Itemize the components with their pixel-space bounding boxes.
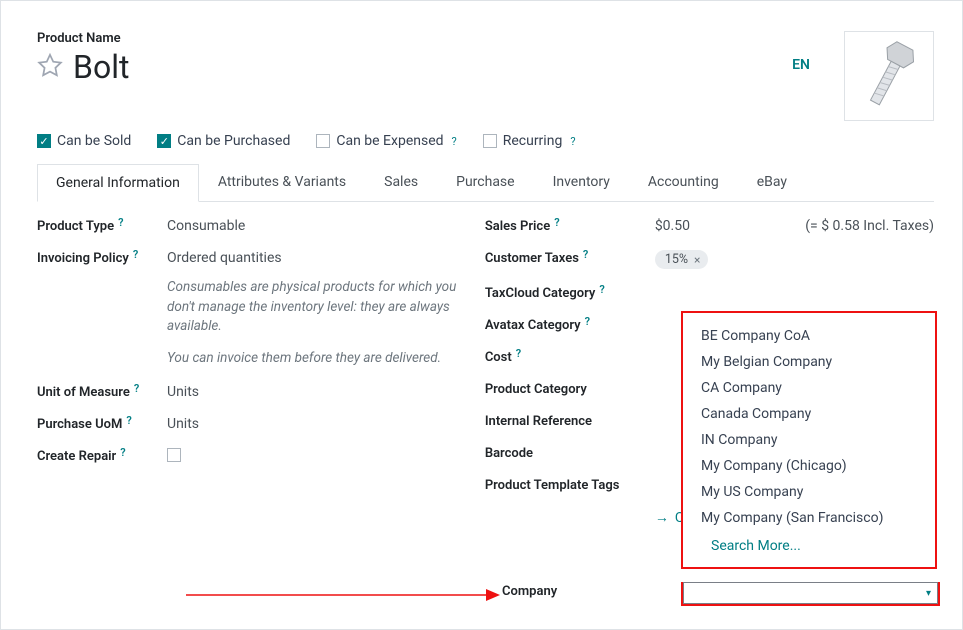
company-option[interactable]: IN Company — [683, 427, 935, 453]
customer-tax-tag[interactable]: 15% × — [655, 250, 709, 269]
company-search-more[interactable]: Search More... — [683, 533, 935, 557]
invoicing-hint-1: Consumables are physical products for wh… — [167, 278, 465, 337]
recurring-checkbox[interactable]: Recurring? — [483, 133, 576, 149]
language-badge[interactable]: EN — [792, 57, 810, 73]
help-icon[interactable]: ? — [134, 382, 139, 395]
help-icon[interactable]: ? — [583, 248, 588, 261]
can-be-expensed-checkbox[interactable]: Can be Expensed? — [316, 133, 456, 149]
help-icon[interactable]: ? — [118, 216, 123, 229]
check-icon — [316, 134, 330, 148]
company-option[interactable]: BE Company CoA — [683, 323, 935, 349]
company-option[interactable]: My Company (Chicago) — [683, 453, 935, 479]
help-icon[interactable]: ? — [516, 347, 521, 360]
can-be-sold-label: Can be Sold — [57, 133, 131, 149]
company-option[interactable]: Canada Company — [683, 401, 935, 427]
create-repair-label: Create Repair — [37, 449, 116, 464]
company-option[interactable]: My US Company — [683, 479, 935, 505]
help-icon[interactable]: ? — [120, 446, 125, 459]
tab-accounting[interactable]: Accounting — [629, 163, 738, 201]
category-label: Product Category — [485, 382, 587, 397]
company-input[interactable]: ▾ — [681, 582, 940, 606]
product-type-value[interactable]: Consumable — [167, 218, 465, 234]
can-be-purchased-checkbox[interactable]: ✓ Can be Purchased — [157, 133, 290, 149]
sales-price-label: Sales Price — [485, 219, 550, 234]
sales-price-value[interactable]: $0.50 — [655, 218, 690, 234]
product-type-label: Product Type — [37, 219, 114, 234]
tabs: General Information Attributes & Variant… — [37, 163, 934, 202]
tab-inventory[interactable]: Inventory — [534, 163, 629, 201]
caret-down-icon: ▾ — [926, 588, 931, 599]
check-icon — [483, 134, 497, 148]
help-icon[interactable]: ? — [570, 135, 575, 148]
iref-label: Internal Reference — [485, 414, 592, 429]
tab-general-information[interactable]: General Information — [37, 164, 199, 202]
check-icon: ✓ — [157, 134, 171, 148]
company-label: Company — [502, 584, 557, 599]
sales-price-incl-tax: (= $ 0.58 Incl. Taxes) — [805, 218, 934, 234]
invoicing-policy-value[interactable]: Ordered quantities — [167, 250, 465, 266]
help-icon[interactable]: ? — [126, 414, 131, 427]
annotation-arrow-icon — [186, 585, 506, 605]
company-option[interactable]: My Belgian Company — [683, 349, 935, 375]
favorite-star-icon[interactable] — [37, 52, 63, 82]
tab-ebay[interactable]: eBay — [738, 163, 806, 201]
help-icon[interactable]: ? — [599, 283, 604, 296]
purchase-uom-label: Purchase UoM — [37, 417, 122, 432]
help-icon[interactable]: ? — [133, 248, 138, 261]
company-option[interactable]: CA Company — [683, 375, 935, 401]
company-option[interactable]: My Company (San Francisco) — [683, 505, 935, 531]
product-name-label: Product Name — [37, 31, 766, 46]
barcode-label: Barcode — [485, 446, 533, 461]
cost-label: Cost — [485, 350, 512, 365]
tab-attributes-variants[interactable]: Attributes & Variants — [199, 163, 365, 201]
tab-sales[interactable]: Sales — [365, 163, 437, 201]
help-icon[interactable]: ? — [585, 315, 590, 328]
can-be-expensed-label: Can be Expensed — [336, 133, 443, 149]
company-dropdown: BE Company CoA My Belgian Company CA Com… — [681, 311, 937, 569]
product-title[interactable]: Bolt — [73, 48, 129, 86]
recurring-label: Recurring — [503, 133, 563, 149]
check-icon: ✓ — [37, 134, 51, 148]
customer-taxes-label: Customer Taxes — [485, 251, 579, 266]
tab-purchase[interactable]: Purchase — [437, 163, 533, 201]
uom-label: Unit of Measure — [37, 385, 130, 400]
purchase-uom-value[interactable]: Units — [167, 416, 465, 432]
uom-value[interactable]: Units — [167, 384, 465, 400]
invoicing-policy-label: Invoicing Policy — [37, 251, 129, 266]
help-icon[interactable]: ? — [554, 216, 559, 229]
avatax-label: Avatax Category — [485, 318, 581, 333]
invoicing-hint-2: You can invoice them before they are del… — [167, 349, 465, 369]
can-be-sold-checkbox[interactable]: ✓ Can be Sold — [37, 133, 131, 149]
remove-tag-icon[interactable]: × — [694, 253, 700, 267]
create-repair-checkbox[interactable] — [167, 448, 181, 462]
arrow-right-icon: → — [655, 509, 669, 526]
ptags-label: Product Template Tags — [485, 478, 620, 493]
product-image[interactable] — [844, 31, 934, 121]
taxcloud-label: TaxCloud Category — [485, 286, 596, 301]
can-be-purchased-label: Can be Purchased — [177, 133, 290, 149]
customer-tax-tag-label: 15% — [665, 252, 688, 267]
help-icon[interactable]: ? — [452, 135, 457, 148]
